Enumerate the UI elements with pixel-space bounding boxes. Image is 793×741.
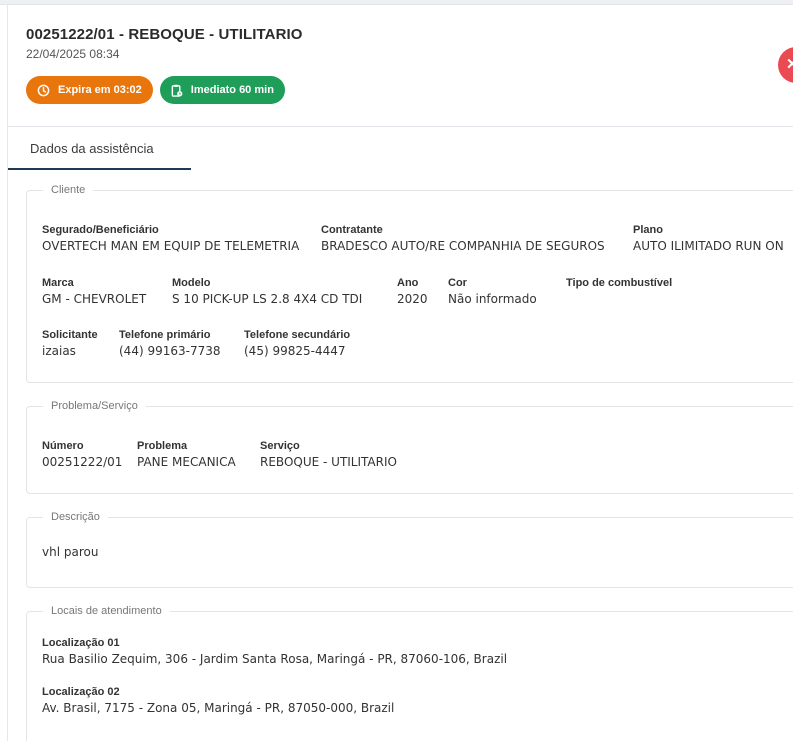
modelo-field: Modelo S 10 PICK-UP LS 2.8 4X4 CD TDI [172, 277, 362, 306]
ano-label: Ano [397, 277, 419, 289]
problema-legend: Problema/Serviço [51, 400, 138, 412]
numero-field: Número 00251222/01 [42, 440, 122, 469]
ano-value: 2020 [397, 292, 428, 306]
segurado-field: Segurado/Beneficiário OVERTECH MAN EM EQ… [42, 224, 299, 253]
segurado-value: OVERTECH MAN EM EQUIP DE TELEMETRIA [42, 239, 300, 253]
descricao-legend: Descrição [51, 511, 100, 523]
marca-value: GM - CHEVROLET [42, 292, 147, 306]
servico-label: Serviço [260, 440, 300, 452]
request-datetime: 22/04/2025 08:34 [26, 47, 120, 61]
problema-value: PANE MECANICA [137, 455, 236, 469]
left-divider [7, 5, 8, 741]
combustivel-field: Tipo de combustível [566, 277, 672, 292]
expira-badge: Expira em 03:02 [26, 76, 153, 104]
telefone-primario-label: Telefone primário [119, 329, 211, 341]
localizacao-02-value: Av. Brasil, 7175 - Zona 05, Maringá - PR… [42, 701, 395, 715]
marca-label: Marca [42, 277, 74, 289]
contratante-label: Contratante [321, 224, 383, 236]
descricao-section: Descrição vhl parou [26, 511, 793, 588]
cliente-legend: Cliente [51, 184, 86, 196]
numero-value: 00251222/01 [42, 455, 123, 469]
segurado-label: Segurado/Beneficiário [42, 224, 159, 236]
localizacao-01-value: Rua Basilio Zequim, 306 - Jardim Santa R… [42, 652, 508, 666]
localizacao-02-label: Localização 02 [42, 686, 120, 698]
plano-label: Plano [633, 224, 663, 236]
cor-field: Cor Não informado [448, 277, 537, 306]
contratante-value: BRADESCO AUTO/RE COMPANHIA DE SEGUROS [321, 239, 605, 253]
modelo-value: S 10 PICK-UP LS 2.8 4X4 CD TDI [172, 292, 363, 306]
telefone-primario-field: Telefone primário (44) 99163-7738 [119, 329, 221, 358]
plano-field: Plano AUTO ILIMITADO RUN ON [633, 224, 784, 253]
telefone-secundario-label: Telefone secundário [244, 329, 351, 341]
problema-label: Problema [137, 440, 188, 452]
solicitante-field: Solicitante izaias [42, 329, 98, 358]
tab-label: Dados da assistência [30, 141, 154, 156]
telefone-secundario-value: (45) 99825-4447 [244, 344, 346, 358]
locais-legend: Locais de atendimento [51, 605, 162, 617]
marca-field: Marca GM - CHEVROLET [42, 277, 146, 306]
servico-field: Serviço REBOQUE - UTILITARIO [260, 440, 397, 469]
modelo-label: Modelo [172, 277, 211, 289]
numero-label: Número [42, 440, 84, 452]
status-badges: Expira em 03:02 Imediato 60 min [26, 76, 285, 104]
combustivel-label: Tipo de combustível [566, 277, 673, 289]
cor-label: Cor [448, 277, 467, 289]
cliente-section: Cliente Segurado/Beneficiário OVERTECH M… [26, 184, 793, 383]
localizacao-01-field: Localização 01 Rua Basilio Zequim, 306 -… [42, 637, 507, 666]
close-button[interactable]: ✕ [778, 47, 793, 83]
clipboard-clock-icon [171, 84, 183, 97]
expira-label: Expira em 03:02 [58, 84, 142, 96]
ano-field: Ano 2020 [397, 277, 428, 306]
cor-value: Não informado [448, 292, 537, 306]
localizacao-01-label: Localização 01 [42, 637, 120, 649]
plano-value: AUTO ILIMITADO RUN ON [633, 239, 784, 253]
tab-dados-assistencia[interactable]: Dados da assistência [8, 127, 191, 170]
page-title: 00251222/01 - REBOQUE - UTILITARIO [26, 26, 303, 43]
imediato-badge: Imediato 60 min [159, 76, 285, 104]
solicitante-value: izaias [42, 344, 76, 358]
localizacao-02-field: Localização 02 Av. Brasil, 7175 - Zona 0… [42, 686, 394, 715]
imediato-label: Imediato 60 min [190, 84, 274, 96]
solicitante-label: Solicitante [42, 329, 98, 341]
problema-section: Problema/Serviço Número 00251222/01 Prob… [26, 400, 793, 494]
descricao-text: vhl parou [42, 545, 99, 559]
locais-section: Locais de atendimento Localização 01 Rua… [26, 605, 793, 741]
telefone-primario-value: (44) 99163-7738 [119, 344, 221, 358]
descricao-field: vhl parou [42, 542, 98, 559]
top-strip [0, 0, 793, 5]
servico-value: REBOQUE - UTILITARIO [260, 455, 397, 469]
page-header: 00251222/01 - REBOQUE - UTILITARIO 22/04… [26, 26, 303, 61]
clock-icon [37, 84, 50, 96]
close-icon: ✕ [786, 56, 793, 73]
contratante-field: Contratante BRADESCO AUTO/RE COMPANHIA D… [321, 224, 605, 253]
problema-field: Problema PANE MECANICA [137, 440, 236, 469]
telefone-secundario-field: Telefone secundário (45) 99825-4447 [244, 329, 350, 358]
